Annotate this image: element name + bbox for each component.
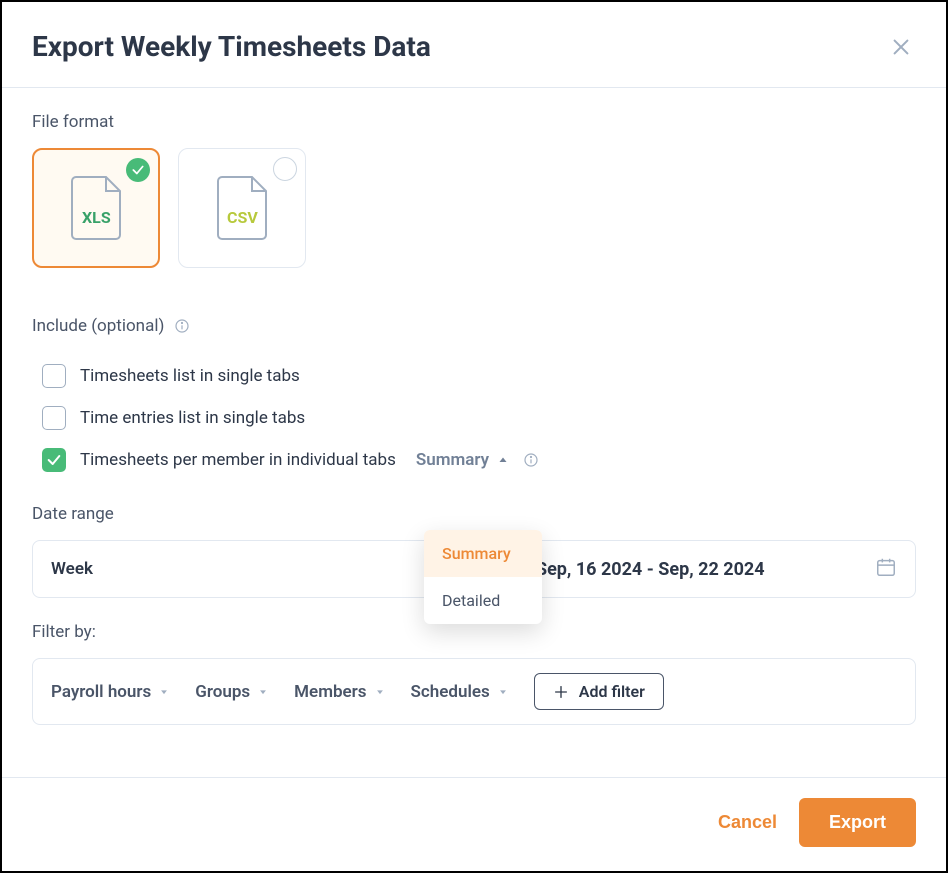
checkbox-label: Timesheets per member in individual tabs bbox=[80, 450, 396, 470]
detail-level-select[interactable]: Summary bbox=[416, 450, 509, 470]
checkbox[interactable] bbox=[42, 406, 66, 430]
caret-down-icon bbox=[258, 687, 268, 697]
info-icon[interactable] bbox=[523, 452, 539, 468]
filter-payroll-hours[interactable]: Payroll hours bbox=[51, 682, 169, 702]
file-format-csv[interactable]: CSV bbox=[178, 148, 306, 268]
export-button[interactable]: Export bbox=[799, 798, 916, 847]
date-period: Week bbox=[51, 559, 426, 579]
info-icon[interactable] bbox=[174, 318, 190, 334]
file-format-label: File format bbox=[32, 112, 916, 132]
include-item-timeentries-single: Time entries list in single tabs bbox=[42, 406, 916, 430]
caret-up-icon bbox=[497, 454, 509, 466]
detail-level-value: Summary bbox=[416, 450, 489, 470]
dropdown-item-detailed[interactable]: Detailed bbox=[424, 577, 542, 624]
modal-footer: Cancel Export bbox=[2, 777, 946, 871]
modal-header: Export Weekly Timesheets Data bbox=[2, 2, 946, 87]
include-header: Include (optional) bbox=[32, 316, 916, 336]
include-checkbox-list: Timesheets list in single tabs Time entr… bbox=[32, 364, 916, 472]
filter-members[interactable]: Members bbox=[294, 682, 384, 702]
include-item-per-member: Timesheets per member in individual tabs… bbox=[42, 448, 916, 472]
file-csv-icon: CSV bbox=[214, 175, 270, 241]
filter-box: Payroll hours Groups Members Schedules A… bbox=[32, 658, 916, 725]
checkbox[interactable] bbox=[42, 364, 66, 388]
calendar-icon[interactable] bbox=[875, 556, 897, 582]
dropdown-item-summary[interactable]: Summary bbox=[424, 530, 542, 577]
modal-title: Export Weekly Timesheets Data bbox=[32, 30, 431, 63]
checkbox[interactable] bbox=[42, 448, 66, 472]
close-icon bbox=[890, 36, 912, 58]
filter-groups[interactable]: Groups bbox=[195, 682, 268, 702]
filter-by-label: Filter by: bbox=[32, 622, 916, 642]
file-format-xls[interactable]: XLS bbox=[32, 148, 160, 268]
checkbox-label: Time entries list in single tabs bbox=[80, 408, 305, 428]
svg-text:CSV: CSV bbox=[227, 208, 258, 227]
filter-schedules[interactable]: Schedules bbox=[411, 682, 508, 702]
include-label: Include (optional) bbox=[32, 316, 164, 336]
add-filter-button[interactable]: Add filter bbox=[534, 673, 664, 710]
caret-down-icon bbox=[498, 687, 508, 697]
radio-off-icon bbox=[273, 157, 297, 181]
include-item-timesheets-single: Timesheets list in single tabs bbox=[42, 364, 916, 388]
export-modal: Export Weekly Timesheets Data File forma… bbox=[2, 2, 946, 871]
modal-body: File format XLS CSV bbox=[2, 88, 946, 777]
caret-down-icon bbox=[375, 687, 385, 697]
close-button[interactable] bbox=[886, 32, 916, 62]
file-xls-icon: XLS bbox=[68, 175, 124, 241]
file-format-options: XLS CSV bbox=[32, 148, 916, 268]
plus-icon bbox=[553, 684, 569, 700]
detail-level-dropdown: Summary Detailed bbox=[424, 530, 542, 624]
date-range-label: Date range bbox=[32, 504, 916, 524]
svg-text:XLS: XLS bbox=[82, 208, 111, 227]
caret-down-icon bbox=[159, 687, 169, 697]
cancel-button[interactable]: Cancel bbox=[718, 812, 777, 833]
checkbox-label: Timesheets list in single tabs bbox=[80, 366, 300, 386]
check-circle-icon bbox=[126, 158, 150, 182]
